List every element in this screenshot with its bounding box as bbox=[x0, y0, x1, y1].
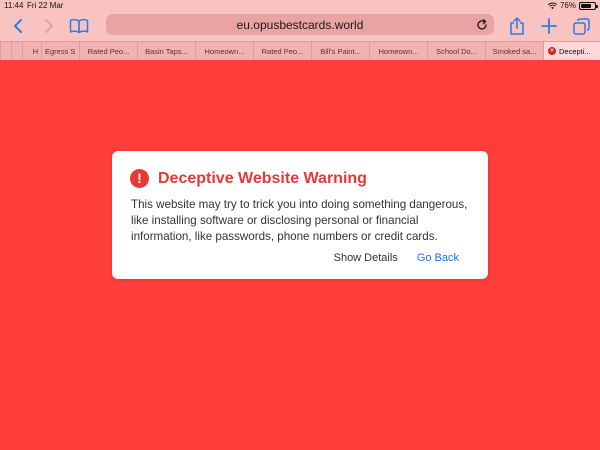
share-button[interactable] bbox=[505, 14, 529, 38]
tab-10[interactable]: School Do... bbox=[427, 42, 485, 60]
tab-4[interactable]: Rated Peo... bbox=[79, 42, 137, 60]
go-back-button[interactable]: Go Back bbox=[417, 252, 459, 264]
tabs-icon bbox=[572, 17, 590, 35]
tab-11[interactable]: Smoked sa... bbox=[485, 42, 543, 60]
tab-active[interactable]: ✕ Decepti... bbox=[543, 42, 600, 60]
reload-button[interactable] bbox=[475, 18, 488, 31]
battery-percent: 76% bbox=[559, 1, 576, 10]
tab-label: Rated Peo... bbox=[261, 46, 304, 56]
url-text: eu.opusbestcards.world bbox=[236, 17, 364, 32]
warning-message: This website may try to trick you into d… bbox=[131, 198, 468, 243]
warning-title: Deceptive Website Warning bbox=[158, 170, 367, 187]
tab-0[interactable] bbox=[0, 42, 11, 60]
exclamation-icon: ! bbox=[130, 169, 149, 188]
new-tab-button[interactable] bbox=[537, 14, 561, 38]
chevron-left-icon bbox=[14, 19, 22, 33]
address-bar[interactable]: eu.opusbestcards.world bbox=[106, 14, 494, 35]
tab-5[interactable]: Basin Taps... bbox=[137, 42, 195, 60]
status-date: Fri 22 Mar bbox=[27, 1, 64, 10]
tab-label: School Do... bbox=[436, 46, 477, 56]
tab-7[interactable]: Rated Peo... bbox=[253, 42, 311, 60]
tab-bar: H Egress S Rated Peo... Basin Taps... Ho… bbox=[0, 41, 600, 60]
tab-label: Homeown... bbox=[378, 46, 419, 56]
toolbar: eu.opusbestcards.world bbox=[0, 12, 600, 40]
show-details-button[interactable]: Show Details bbox=[334, 252, 398, 264]
plus-icon bbox=[541, 18, 557, 34]
close-tab-icon[interactable]: ✕ bbox=[548, 47, 556, 55]
forward-button[interactable] bbox=[37, 14, 61, 38]
status-right: 76% bbox=[547, 1, 598, 10]
tab-label: Homeown... bbox=[204, 46, 245, 56]
deceptive-website-warning-dialog: ! Deceptive Website Warning This website… bbox=[112, 151, 488, 279]
tab-label: Egress S bbox=[45, 46, 76, 56]
tab-3[interactable]: Egress S bbox=[41, 42, 79, 60]
tabs-overview-button[interactable] bbox=[569, 14, 593, 38]
tab-label: Smoked sa... bbox=[492, 46, 537, 56]
chevron-right-icon bbox=[45, 19, 53, 33]
battery-icon bbox=[579, 1, 598, 10]
book-icon bbox=[69, 18, 89, 34]
status-bar: 11:44 Fri 22 Mar 76% bbox=[0, 0, 600, 12]
tab-1[interactable] bbox=[11, 42, 22, 60]
tab-2[interactable]: H bbox=[22, 42, 41, 60]
browser-chrome: 11:44 Fri 22 Mar 76% eu.opusbestcards.wo… bbox=[0, 0, 600, 60]
tab-6[interactable]: Homeown... bbox=[195, 42, 253, 60]
tab-label: Basin Taps... bbox=[145, 46, 188, 56]
tab-9[interactable]: Homeown... bbox=[369, 42, 427, 60]
status-time: 11:44 bbox=[4, 1, 24, 10]
share-icon bbox=[510, 17, 524, 35]
battery-fill bbox=[581, 3, 591, 8]
tab-label: Rated Peo... bbox=[87, 46, 130, 56]
wifi-icon bbox=[547, 2, 557, 9]
tab-8[interactable]: Bill's Paint... bbox=[311, 42, 369, 60]
reload-icon bbox=[476, 18, 487, 30]
back-button[interactable] bbox=[6, 14, 30, 38]
tab-label: H bbox=[32, 46, 38, 56]
dialog-actions: Show Details Go Back bbox=[334, 252, 459, 264]
bookmarks-button[interactable] bbox=[67, 14, 91, 38]
tab-label: Decepti... bbox=[559, 46, 591, 56]
tab-label: Bill's Paint... bbox=[320, 46, 361, 56]
